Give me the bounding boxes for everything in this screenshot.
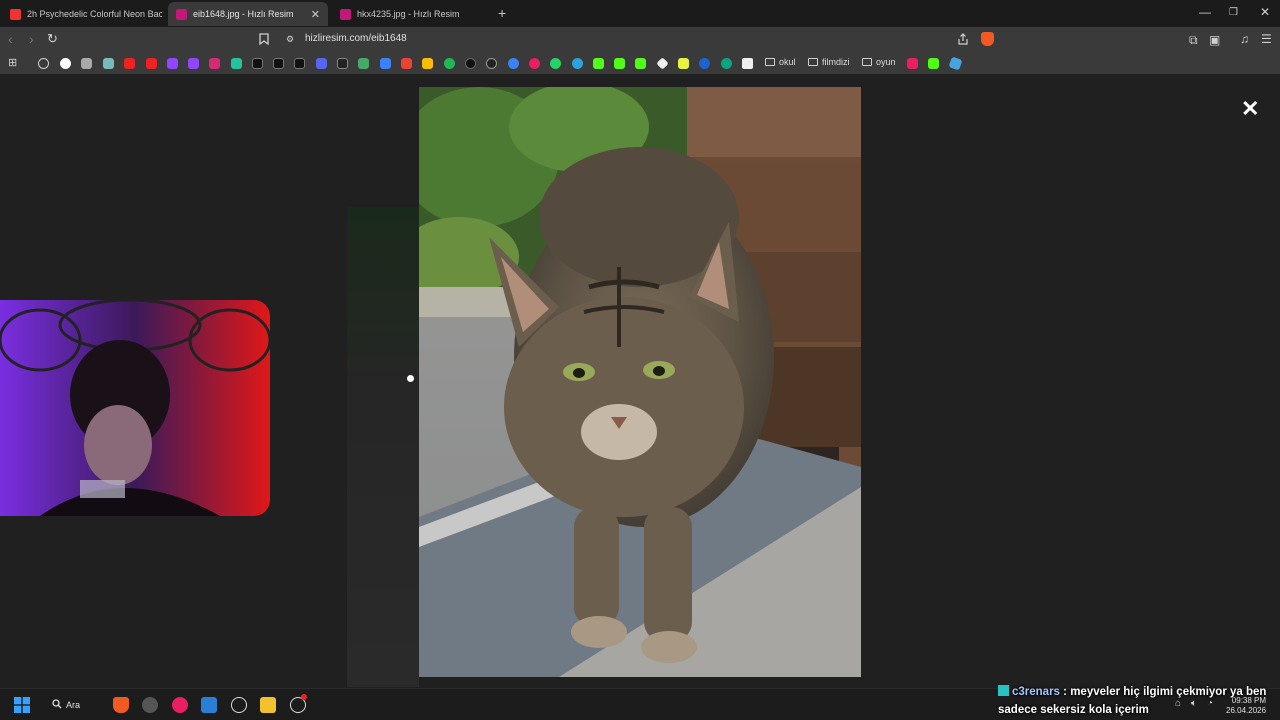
taskbar-app-icon[interactable] xyxy=(172,697,188,713)
kick-icon[interactable] xyxy=(635,58,646,69)
telegram-icon[interactable] xyxy=(572,58,583,69)
tab-strip: 2h Psychedelic Colorful Neon Backgr eib1… xyxy=(0,0,1280,27)
extensions-icon[interactable]: ⧉ xyxy=(1189,33,1198,48)
folder-icon xyxy=(862,58,872,66)
tiktok-icon[interactable] xyxy=(294,58,305,69)
github-icon[interactable] xyxy=(486,58,497,69)
hizliresim-icon xyxy=(340,8,351,20)
history-icon[interactable] xyxy=(38,58,49,69)
kick-icon[interactable] xyxy=(614,58,625,69)
bookmark-site-icon[interactable] xyxy=(907,58,918,69)
chat-username: c3renars xyxy=(1012,686,1060,698)
window-close-icon[interactable]: ✕ xyxy=(1260,5,1270,19)
wallet-icon[interactable]: ▣ xyxy=(1209,33,1220,47)
bookmark-site-icon[interactable] xyxy=(508,58,519,69)
bookmark-site-icon[interactable] xyxy=(699,58,710,69)
tab-eib1648[interactable]: eib1648.jpg - Hızlı Resim ✕ xyxy=(168,2,328,26)
chat-separator: : xyxy=(1059,686,1071,698)
minimize-icon[interactable]: — xyxy=(1199,5,1211,19)
back-icon[interactable]: ‹ xyxy=(8,31,13,47)
bookmark-site-icon[interactable] xyxy=(337,58,348,69)
tab-label: 2h Psychedelic Colorful Neon Backgr xyxy=(27,9,162,19)
folder-icon xyxy=(808,58,818,66)
bookmark-folder-oyun[interactable]: oyun xyxy=(862,57,896,67)
tab-youtube[interactable]: 2h Psychedelic Colorful Neon Backgr xyxy=(2,2,162,26)
reload-icon[interactable]: ↻ xyxy=(47,31,58,47)
taskbar-app-icon[interactable] xyxy=(231,697,247,713)
folder-icon xyxy=(765,58,775,66)
tab-hkx4235[interactable]: hkx4235.jpg - Hızlı Resim xyxy=(332,2,492,26)
menu-icon[interactable]: ☰ xyxy=(1261,32,1272,46)
chatgpt-icon[interactable] xyxy=(721,58,732,69)
youtube-icon[interactable] xyxy=(146,58,157,69)
google-icon[interactable] xyxy=(60,58,71,69)
site-settings-icon[interactable]: ⚙ xyxy=(286,34,294,45)
drive-icon[interactable] xyxy=(422,58,433,69)
taskbar-app-icon[interactable] xyxy=(201,697,217,713)
chat-badge-icon xyxy=(998,685,1009,696)
chat-message: c3renars : meyveler hiç ilgimi çekmiyor … xyxy=(998,683,1272,719)
bookmark-site-icon[interactable] xyxy=(81,58,92,69)
taskbar-search[interactable]: Ara xyxy=(52,695,102,715)
url-text: hizliresim.com/eib1648 xyxy=(305,33,407,44)
new-tab-button[interactable]: + xyxy=(498,5,506,21)
bookmark-folder-okul[interactable]: okul xyxy=(765,57,796,67)
kick-icon[interactable] xyxy=(928,58,939,69)
bookmark-folder-filmdizi[interactable]: filmdizi xyxy=(808,57,850,67)
close-viewer-button[interactable]: ✕ xyxy=(1241,96,1259,122)
bookmark-site-icon[interactable] xyxy=(656,57,669,70)
webcam-overlay xyxy=(0,300,270,516)
twitch-icon[interactable] xyxy=(167,58,178,69)
cursor-icon xyxy=(407,375,414,382)
bookmark-site-icon[interactable] xyxy=(948,56,963,71)
apps-grid-icon[interactable]: ⊞ xyxy=(8,56,17,69)
media-icon[interactable]: ♫ xyxy=(1240,32,1249,46)
file-explorer-icon[interactable] xyxy=(260,697,276,713)
cat-photo xyxy=(419,87,861,677)
close-tab-icon[interactable]: ✕ xyxy=(311,8,320,21)
x-icon[interactable] xyxy=(252,58,263,69)
restore-icon[interactable]: ❐ xyxy=(1229,7,1238,18)
youtube-icon xyxy=(10,8,21,20)
taskbar-app-icon[interactable] xyxy=(142,697,158,713)
spotify-icon[interactable] xyxy=(444,58,455,69)
bookmark-site-icon[interactable] xyxy=(358,58,369,69)
search-icon xyxy=(52,699,62,711)
bookmark-site-icon[interactable] xyxy=(742,58,753,69)
whatsapp-icon[interactable] xyxy=(550,58,561,69)
share-icon[interactable] xyxy=(957,33,969,48)
previous-image-preview[interactable] xyxy=(347,207,419,687)
tab-label: hkx4235.jpg - Hızlı Resim xyxy=(357,9,460,19)
bookmark-site-icon[interactable] xyxy=(103,58,114,69)
bookmark-site-icon[interactable] xyxy=(380,58,391,69)
windows-start-icon[interactable] xyxy=(14,697,30,713)
instagram-icon[interactable] xyxy=(209,58,220,69)
bookmark-site-icon[interactable] xyxy=(465,58,476,69)
tab-label: eib1648.jpg - Hızlı Resim xyxy=(193,9,294,19)
bookmark-site-icon[interactable] xyxy=(273,58,284,69)
kick-icon[interactable] xyxy=(593,58,604,69)
notification-dot xyxy=(301,694,307,700)
bookmark-site-icon[interactable] xyxy=(529,58,540,69)
youtube-icon[interactable] xyxy=(124,58,135,69)
forward-icon[interactable]: › xyxy=(29,31,34,47)
bookmark-site-icon[interactable] xyxy=(231,58,242,69)
search-label: Ara xyxy=(66,700,81,710)
toolbar: ‹ › ↻ ⚙ hizliresim.com/eib1648 ⧉ ▣ ♫ ☰ xyxy=(0,27,1280,53)
bookmark-icon[interactable] xyxy=(259,33,269,48)
twitch-icon[interactable] xyxy=(188,58,199,69)
gmail-icon[interactable] xyxy=(401,58,412,69)
discord-icon[interactable] xyxy=(316,58,327,69)
brave-shields-icon[interactable] xyxy=(981,32,994,46)
hizliresim-icon xyxy=(176,8,187,20)
bookmarks-bar: ⊞ okul filmdizi oyun xyxy=(0,53,1280,74)
bookmark-site-icon[interactable] xyxy=(678,58,689,69)
brave-browser-icon[interactable] xyxy=(113,697,129,713)
